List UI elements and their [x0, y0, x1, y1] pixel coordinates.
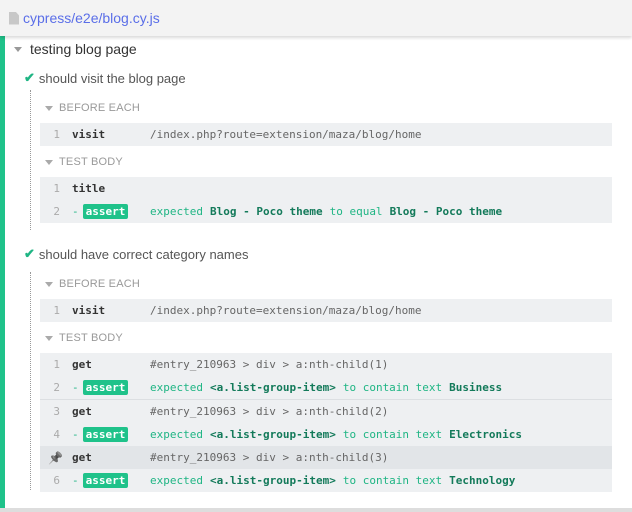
hook-before-each[interactable]: BEFORE EACH — [45, 102, 140, 114]
assert-expected: expected — [150, 474, 203, 487]
assert-subject: Blog - Poco theme — [209, 205, 323, 218]
test-title-text: should have correct category names — [38, 246, 249, 262]
hook-label: TEST BODY — [59, 156, 123, 168]
assert-message: expected <a.list-group-item> to contain te… — [150, 381, 502, 394]
command-row[interactable]: 1 visit/index.php?route=extension/maza/bl… — [40, 299, 612, 322]
assert-expected: expected — [150, 205, 203, 218]
command-row[interactable]: 2- assert expected <a.list-group-item> to co… — [40, 376, 612, 399]
hook-label: BEFORE EACH — [59, 278, 141, 290]
line-number: 1 — [53, 182, 60, 195]
bottom-border — [0, 508, 632, 512]
line-number: 1 — [53, 304, 60, 317]
command-list: 1 visit/index.php?route=extension/maza/bl… — [40, 299, 612, 322]
command-row[interactable]: 3 get #entry_210963 > div > a:nth-child(2) — [40, 399, 612, 423]
spec-header: cypress/e2e/blog.cy.js — [0, 0, 632, 36]
assert-command: - assert — [72, 204, 150, 219]
test-title[interactable]: ✔ should have correct category names — [24, 246, 248, 262]
check-icon: ✔ — [24, 70, 35, 85]
assert-value: Technology — [449, 474, 516, 487]
assert-subject: <a.list-group-item> — [209, 381, 336, 394]
command-name: visit — [72, 304, 106, 317]
caret-down-icon — [45, 159, 53, 165]
assert-value: Electronics — [449, 428, 523, 441]
pin-icon[interactable]: 📌 — [48, 451, 63, 465]
line-number: 1 — [53, 128, 60, 141]
assert-message: expected Blog - Poco theme to equal Blog - … — [150, 205, 502, 218]
command-message: /index.php?route=extension/maza/blog/hom… — [150, 304, 422, 317]
caret-down-icon — [45, 281, 53, 287]
command-row[interactable]: 1 visit/index.php?route=extension/maza/bl… — [40, 123, 612, 146]
assert-badge: assert — [82, 204, 129, 219]
suite-title-text: testing blog page — [30, 41, 137, 57]
command-list: 1 visit/index.php?route=extension/maza/bl… — [40, 123, 612, 146]
hook-label: BEFORE EACH — [59, 102, 141, 114]
test-indent-line — [30, 272, 31, 490]
pass-status-bar — [0, 36, 5, 508]
test-title-text: should visit the blog page — [38, 70, 186, 86]
assert-prefix: - — [72, 205, 79, 218]
assert-verb: to contain text — [342, 474, 443, 487]
assert-command: - assert — [72, 473, 150, 488]
caret-down-icon — [45, 105, 53, 111]
line-number: 1 — [53, 358, 60, 371]
assert-subject: <a.list-group-item> — [209, 474, 336, 487]
assert-value: Business — [449, 381, 503, 394]
line-number: 4 — [53, 428, 60, 441]
command-row[interactable]: 2- assert expected Blog - Poco theme to equa… — [40, 200, 612, 223]
assert-message: expected <a.list-group-item> to contain te… — [150, 428, 522, 441]
command-message: #entry_210963 > div > a:nth-child(3) — [150, 451, 389, 464]
command-name: get — [72, 451, 92, 464]
assert-badge: assert — [82, 473, 129, 488]
assert-expected: expected — [150, 428, 203, 441]
command-row[interactable]: 1 title — [40, 177, 612, 200]
assert-subject: <a.list-group-item> — [209, 428, 336, 441]
command-row[interactable]: 4- assert expected <a.list-group-item> to co… — [40, 423, 612, 446]
line-number: 3 — [53, 405, 60, 418]
suite-title[interactable]: testing blog page — [14, 41, 137, 57]
line-number: 2 — [53, 381, 60, 394]
command-message: #entry_210963 > div > a:nth-child(1) — [150, 358, 389, 371]
command-name: visit — [72, 128, 106, 141]
command-name: title — [72, 182, 106, 195]
command-name: get — [72, 358, 92, 371]
assert-command: - assert — [72, 427, 150, 442]
hook-test-body[interactable]: TEST BODY — [45, 332, 123, 344]
assert-verb: to equal — [329, 205, 383, 218]
command-row[interactable]: 📌 get #entry_210963 > div > a:nth-child(3) — [40, 446, 612, 469]
command-row[interactable]: 1 get #entry_210963 > div > a:nth-child(1) — [40, 353, 612, 376]
assert-command: - assert — [72, 380, 150, 395]
caret-down-icon — [14, 46, 22, 52]
caret-down-icon — [45, 335, 53, 341]
command-message: /index.php?route=extension/maza/blog/hom… — [150, 128, 422, 141]
test-indent-line — [30, 90, 31, 230]
assert-value: Blog - Poco theme — [389, 205, 503, 218]
command-list: 1 get #entry_210963 > div > a:nth-child(1)… — [40, 353, 612, 492]
assert-prefix: - — [72, 381, 79, 394]
assert-prefix: - — [72, 474, 79, 487]
test-title[interactable]: ✔ should visit the blog page — [24, 70, 186, 86]
command-message: #entry_210963 > div > a:nth-child(2) — [150, 405, 389, 418]
file-icon — [9, 11, 19, 25]
assert-message: expected <a.list-group-item> to contain te… — [150, 474, 515, 487]
assert-verb: to contain text — [342, 381, 443, 394]
command-row[interactable]: 6- assert expected <a.list-group-item> to co… — [40, 469, 612, 492]
assert-badge: assert — [82, 427, 129, 442]
command-list: 1 title 2- assert expected Blog - Poco theme t… — [40, 177, 612, 223]
assert-badge: assert — [82, 380, 129, 395]
check-icon: ✔ — [24, 246, 35, 261]
hook-test-body[interactable]: TEST BODY — [45, 156, 123, 168]
line-number: 2 — [53, 205, 60, 218]
assert-verb: to contain text — [342, 428, 443, 441]
line-number: 6 — [53, 474, 60, 487]
command-name: get — [72, 405, 92, 418]
assert-prefix: - — [72, 428, 79, 441]
hook-before-each[interactable]: BEFORE EACH — [45, 278, 140, 290]
hook-label: TEST BODY — [59, 332, 123, 344]
assert-expected: expected — [150, 381, 203, 394]
spec-file-link[interactable]: cypress/e2e/blog.cy.js — [23, 10, 160, 26]
